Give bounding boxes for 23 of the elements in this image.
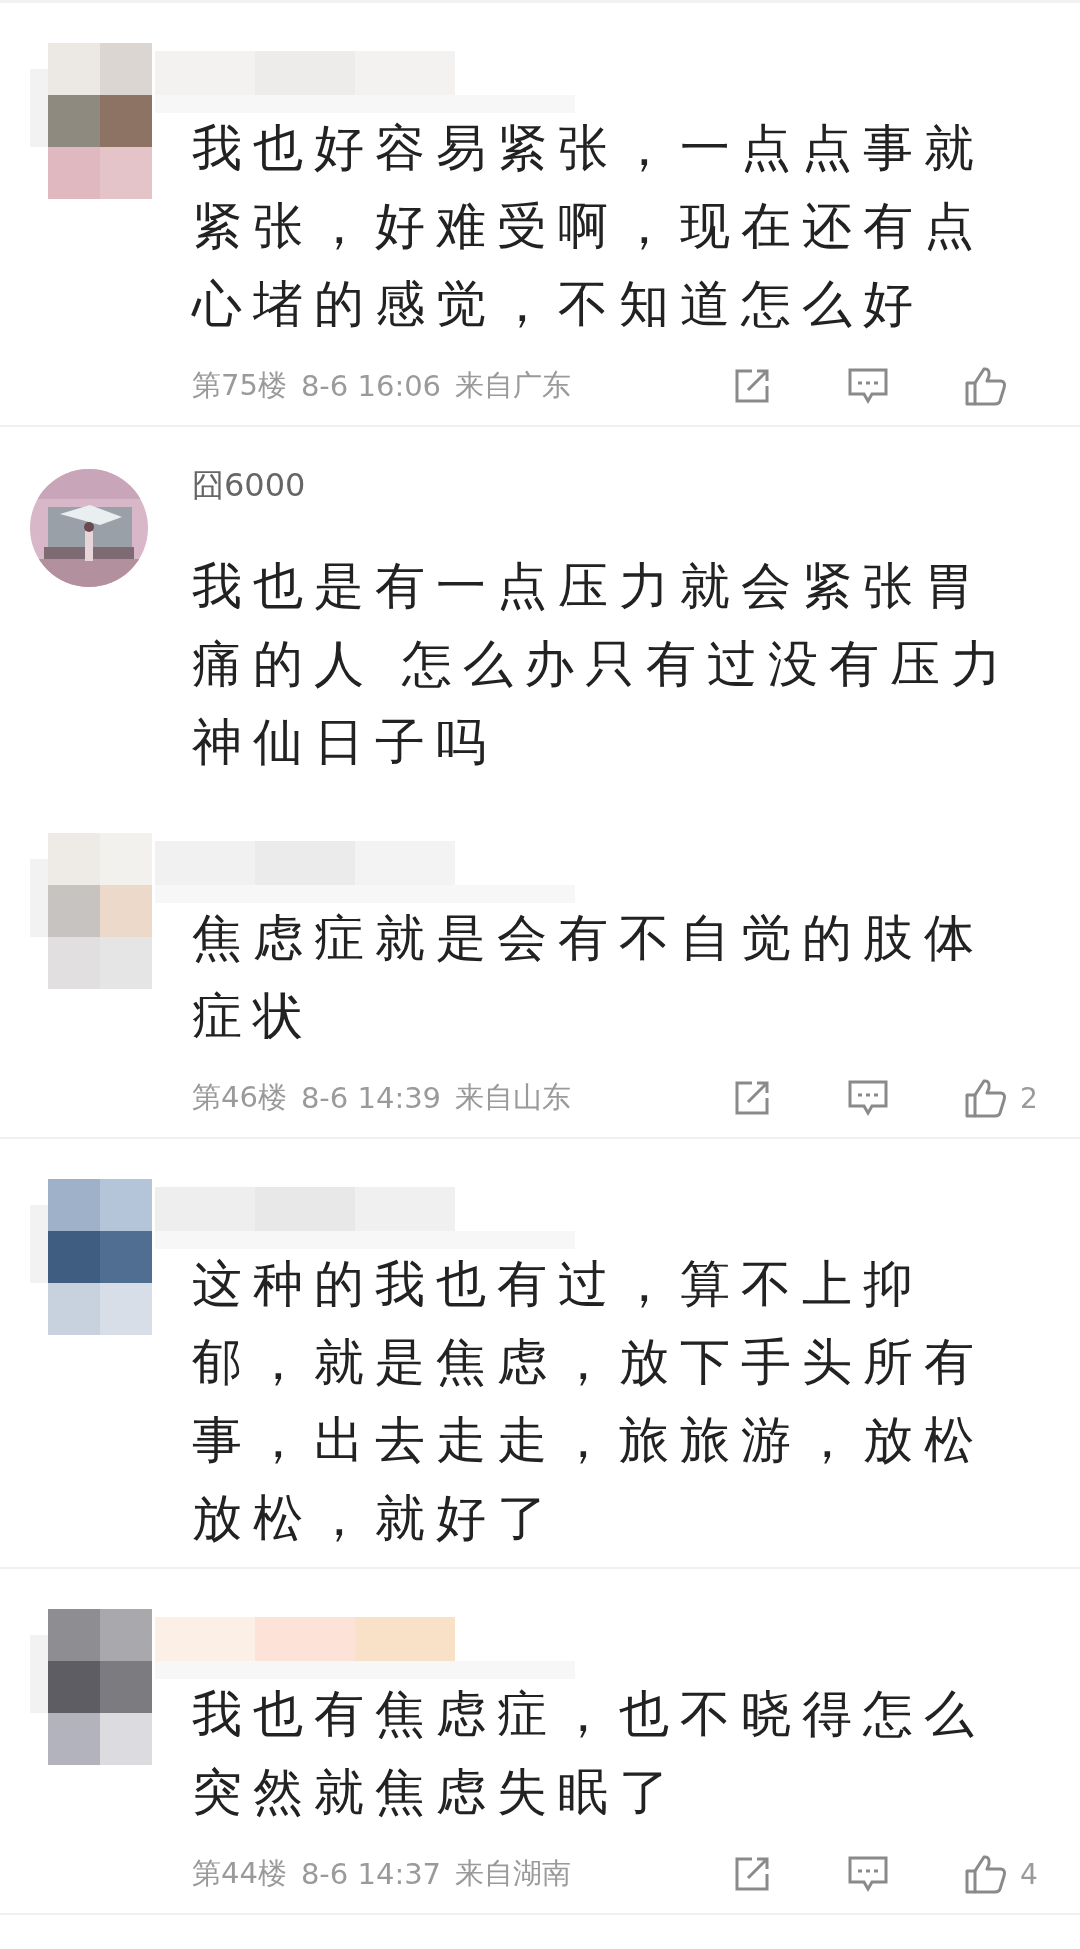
comment-icon[interactable]	[846, 366, 890, 406]
comment-text: 我也有焦虑症，也不晓得怎么突然就焦虑失眠了	[192, 1684, 986, 1823]
comment-location: 来自山东	[455, 1079, 572, 1116]
floor-number: 第75楼	[192, 367, 287, 404]
comment-text: 焦虑症就是会有不自觉的肢体症状	[192, 908, 986, 1047]
comment-time: 8-6 14:37	[300, 1857, 442, 1891]
like-count: 4	[1020, 1857, 1038, 1891]
floor-number: 第44楼	[192, 1855, 287, 1892]
comment-time: 8-6 14:39	[300, 1081, 442, 1115]
like-count: 2	[1020, 1081, 1038, 1115]
comment-location: 来自湖南	[455, 1855, 572, 1892]
comment-icon[interactable]	[846, 1854, 890, 1894]
comment-location: 来自广东	[455, 367, 572, 404]
comment-text: 我也好容易紧张，一点点事就紧张，好难受啊，现在还有点心堵的感觉，不知道怎么好	[192, 118, 986, 335]
thumbs-up-icon[interactable]	[964, 365, 1008, 407]
comment-icon[interactable]	[846, 1078, 890, 1118]
comment-text: 我也是有一点压力就会紧张胃痛的人 怎么办只有过没有压力神仙日子吗	[192, 556, 1013, 773]
thumbs-up-icon[interactable]	[964, 1853, 1008, 1895]
floor-number: 第46楼	[192, 1079, 287, 1116]
comment-text: 这种的我也有过，算不上抑郁，就是焦虑，放下手头所有事，出去走走，旅旅游，放松放松，就好了	[192, 1254, 986, 1549]
comment-time: 8-6 16:06	[300, 369, 442, 403]
username[interactable]: 囧6000	[192, 463, 306, 507]
thumbs-up-icon[interactable]	[964, 1077, 1008, 1119]
